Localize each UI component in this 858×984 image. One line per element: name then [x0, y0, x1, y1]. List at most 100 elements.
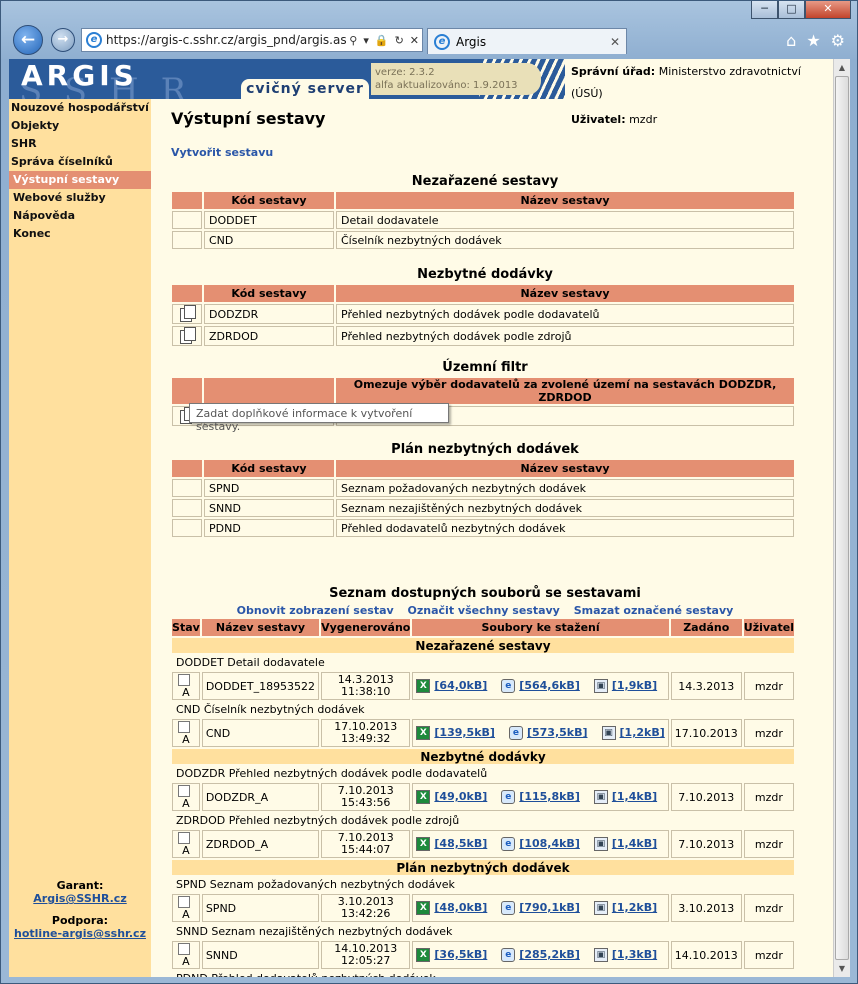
gear-icon[interactable]: ⚙ — [831, 31, 845, 50]
scroll-down-icon[interactable]: ▼ — [834, 960, 850, 977]
report-name[interactable]: Přehled dodavatelů nezbytných dodávek — [336, 519, 794, 537]
report-name[interactable]: Přehled nezbytných dodávek podle zdrojů — [336, 326, 794, 346]
select-checkbox[interactable] — [178, 785, 191, 797]
sidebar-item-shr[interactable]: SHR — [9, 135, 151, 153]
image-icon[interactable]: ▣ — [593, 948, 608, 962]
report-code[interactable]: DODDET — [204, 211, 334, 229]
excel-icon[interactable]: X — [416, 948, 431, 962]
select-checkbox[interactable] — [178, 832, 191, 844]
close-tab-icon[interactable]: ✕ — [610, 35, 620, 49]
download-html-link[interactable]: [790,1kB] — [519, 901, 580, 914]
report-code[interactable]: PDND — [204, 519, 334, 537]
report-name[interactable]: Seznam nezajištěných nezbytných dodávek — [336, 499, 794, 517]
download-xls-link[interactable]: [36,5kB] — [434, 948, 487, 961]
sidebar-item-napoveda[interactable]: Nápověda — [9, 207, 151, 225]
sidebar-item-webove-sluzby[interactable]: Webové služby — [9, 189, 151, 207]
html-icon[interactable]: e — [501, 837, 516, 851]
home-icon[interactable]: ⌂ — [786, 31, 796, 50]
html-icon[interactable]: e — [501, 679, 516, 693]
support-email-link[interactable]: hotline-argis@sshr.cz — [14, 927, 146, 940]
table-row[interactable]: DODZDR Přehled nezbytných dodávek podle d… — [172, 304, 794, 324]
stop-icon[interactable]: ✕ — [407, 34, 422, 47]
image-icon[interactable]: ▣ — [593, 901, 608, 915]
sidebar-item-objekty[interactable]: Objekty — [9, 117, 151, 135]
sidebar-item-konec[interactable]: Konec — [9, 225, 151, 243]
excel-icon[interactable]: X — [416, 901, 431, 915]
download-html-link[interactable]: [285,2kB] — [519, 948, 580, 961]
excel-icon[interactable]: X — [416, 790, 431, 804]
table-row[interactable]: DODDET Detail dodavatele — [172, 211, 794, 229]
download-xls-link[interactable]: [48,5kB] — [434, 837, 487, 850]
html-icon[interactable]: e — [501, 948, 516, 962]
scroll-thumb[interactable] — [835, 76, 849, 960]
html-icon[interactable]: e — [508, 726, 523, 740]
image-icon[interactable]: ▣ — [593, 790, 608, 804]
table-row[interactable]: ZDRDOD Přehled nezbytných dodávek podle z… — [172, 326, 794, 346]
table-row[interactable]: PDND Přehled dodavatelů nezbytných dodáve… — [172, 519, 794, 537]
address-bar[interactable]: e https://argis-c.sshr.cz/argis_pnd/argi… — [81, 28, 423, 52]
minimize-button[interactable]: ─ — [751, 1, 778, 19]
create-report-link[interactable]: Vytvořit sestavu — [171, 146, 799, 159]
download-xls-link[interactable]: [48,0kB] — [434, 901, 487, 914]
download-html-link[interactable]: [564,6kB] — [519, 679, 580, 692]
download-html-link[interactable]: [573,5kB] — [527, 726, 588, 739]
dropdown-icon[interactable]: ▾ — [360, 34, 372, 47]
download-image-link[interactable]: [1,3kB] — [612, 948, 657, 961]
excel-icon[interactable]: X — [416, 679, 431, 693]
lock-icon[interactable]: 🔒 — [372, 34, 392, 47]
delete-selected-link[interactable]: Smazat označené sestavy — [574, 604, 734, 617]
html-icon[interactable]: e — [501, 901, 516, 915]
select-checkbox[interactable] — [178, 721, 191, 733]
download-xls-link[interactable]: [64,0kB] — [434, 679, 487, 692]
refresh-icon[interactable]: ↻ — [392, 34, 407, 47]
select-all-link[interactable]: Označit všechny sestavy — [408, 604, 560, 617]
garant-email-link[interactable]: Argis@SSHR.cz — [33, 892, 126, 905]
report-code[interactable]: SNND — [204, 499, 334, 517]
search-icon[interactable]: ⚲ — [346, 34, 360, 47]
select-checkbox[interactable] — [178, 896, 191, 908]
sidebar-item-ciselniky[interactable]: Správa číselníků — [9, 153, 151, 171]
star-icon[interactable]: ★ — [806, 31, 820, 50]
report-name[interactable]: Přehled nezbytných dodávek podle dodavat… — [336, 304, 794, 324]
report-code[interactable]: CND — [204, 231, 334, 249]
forward-arrow-icon[interactable]: → — [51, 28, 75, 52]
address-url[interactable]: https://argis-c.sshr.cz/argis_pnd/argis.… — [106, 33, 346, 47]
select-checkbox[interactable] — [178, 674, 191, 686]
report-name[interactable]: Číselník nezbytných dodávek — [336, 231, 794, 249]
download-xls-link[interactable]: [49,0kB] — [434, 790, 487, 803]
refresh-reports-link[interactable]: Obnovit zobrazení sestav — [237, 604, 394, 617]
table-row[interactable]: SNND Seznam nezajištěných nezbytných dodá… — [172, 499, 794, 517]
download-image-link[interactable]: [1,4kB] — [612, 790, 657, 803]
download-image-link[interactable]: [1,2kB] — [612, 901, 657, 914]
download-html-link[interactable]: [115,8kB] — [519, 790, 580, 803]
report-code[interactable]: ZDRDOD — [204, 326, 334, 346]
download-image-link[interactable]: [1,9kB] — [612, 679, 657, 692]
table-row[interactable]: CND Číselník nezbytných dodávek — [172, 231, 794, 249]
sidebar-item-vystupni-sestavy[interactable]: Výstupní sestavy — [9, 171, 151, 189]
report-name[interactable]: Seznam požadovaných nezbytných dodávek — [336, 479, 794, 497]
report-code[interactable]: DODZDR — [204, 304, 334, 324]
table-row[interactable]: SPND Seznam požadovaných nezbytných dodáv… — [172, 479, 794, 497]
select-checkbox[interactable] — [178, 943, 191, 955]
back-arrow-icon[interactable]: ← — [13, 25, 43, 55]
download-xls-link[interactable]: [139,5kB] — [434, 726, 495, 739]
scroll-up-icon[interactable]: ▲ — [834, 59, 850, 76]
image-icon[interactable]: ▣ — [593, 679, 608, 693]
close-window-button[interactable]: ✕ — [805, 1, 851, 19]
browser-tab[interactable]: e Argis ✕ — [427, 28, 627, 54]
report-name[interactable]: Detail dodavatele — [336, 211, 794, 229]
maximize-button[interactable]: □ — [778, 1, 805, 19]
vertical-scrollbar[interactable]: ▲ ▼ — [833, 59, 850, 977]
excel-icon[interactable]: X — [416, 837, 431, 851]
sidebar-item-nouzove[interactable]: Nouzové hospodářství — [9, 99, 151, 117]
download-image-link[interactable]: [1,2kB] — [620, 726, 665, 739]
parameters-icon[interactable] — [180, 327, 196, 344]
parameters-icon[interactable] — [180, 305, 196, 322]
report-code[interactable]: SPND — [204, 479, 334, 497]
image-icon[interactable]: ▣ — [601, 726, 616, 740]
download-html-link[interactable]: [108,4kB] — [519, 837, 580, 850]
excel-icon[interactable]: X — [416, 726, 431, 740]
image-icon[interactable]: ▣ — [593, 837, 608, 851]
html-icon[interactable]: e — [501, 790, 516, 804]
download-image-link[interactable]: [1,4kB] — [612, 837, 657, 850]
